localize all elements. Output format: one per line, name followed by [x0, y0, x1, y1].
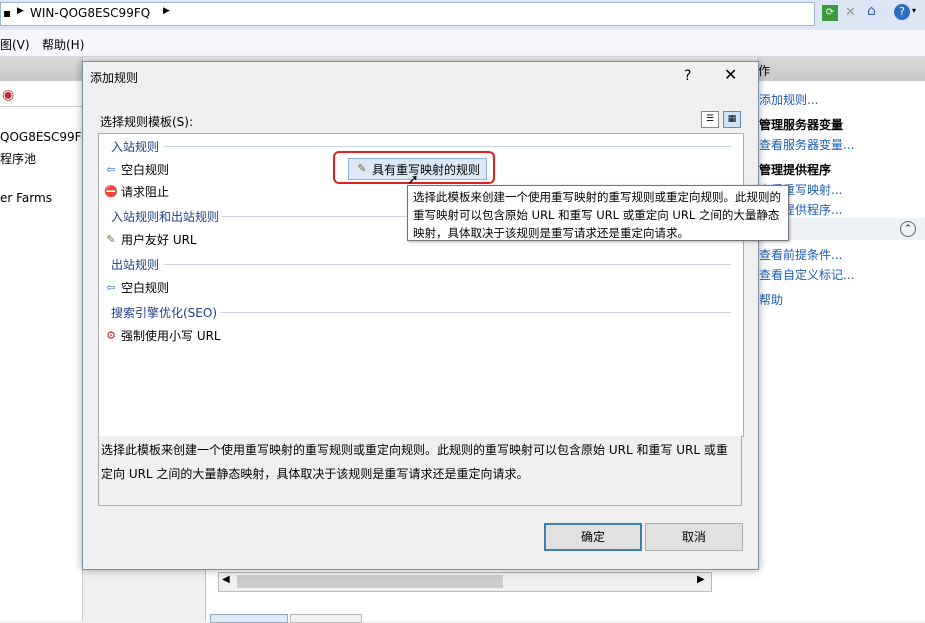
- tree-item-server-farms[interactable]: er Farms: [0, 191, 52, 205]
- chevron-right-icon[interactable]: ▶: [17, 6, 24, 16]
- group-divider: [164, 146, 731, 147]
- stop-icon[interactable]: ✕: [845, 5, 856, 20]
- group-divider: [164, 264, 731, 265]
- blank-rule-icon: ⇦: [106, 162, 116, 176]
- scroll-left-icon[interactable]: ◀: [222, 574, 230, 585]
- group-divider: [220, 312, 731, 313]
- list-item-label: 强制使用小写 URL: [121, 329, 221, 343]
- help-dropdown-icon[interactable]: ▾: [912, 6, 916, 15]
- connections-header: [0, 57, 82, 81]
- list-item-label: 空白规则: [121, 163, 170, 177]
- list-item-request-blocking[interactable]: ⛔ 请求阻止: [104, 183, 169, 200]
- menu-help[interactable]: 帮助(H): [42, 36, 84, 53]
- list-item-user-friendly-url[interactable]: ✎ 用户友好 URL: [104, 231, 197, 248]
- view-toggle: ☰ ▦: [697, 110, 741, 128]
- help-icon[interactable]: ?: [894, 4, 910, 20]
- manage-providers-heading: 管理提供程序: [759, 163, 832, 177]
- block-icon: ⛔: [104, 184, 118, 198]
- group-divider: [222, 216, 407, 217]
- list-item-label: 空白规则: [121, 281, 170, 295]
- divider: [0, 106, 82, 107]
- list-item-label: 用户友好 URL: [121, 233, 197, 247]
- refresh-icon[interactable]: ⟳: [822, 5, 838, 21]
- actions-header: [757, 57, 925, 81]
- home-icon[interactable]: ⌂: [867, 3, 876, 19]
- friendly-url-icon: ✎: [106, 232, 116, 246]
- group-outbound: 出站规则: [111, 258, 160, 272]
- close-icon[interactable]: ✕: [724, 65, 737, 84]
- actions-title: 作: [758, 64, 771, 78]
- view-preconditions-link[interactable]: 查看前提条件...: [759, 246, 842, 263]
- group-inbound-outbound: 入站规则和出站规则: [111, 210, 220, 224]
- group-inbound: 入站规则: [111, 140, 160, 154]
- list-item-label: 请求阻止: [121, 185, 170, 199]
- mouse-cursor-icon: ➚: [407, 172, 419, 188]
- scroll-right-icon[interactable]: ▶: [697, 574, 705, 585]
- features-view-tab[interactable]: [210, 614, 288, 623]
- seo-icon: ⚙: [106, 328, 116, 342]
- dialog-help-button[interactable]: ?: [684, 68, 691, 84]
- blank-rule-icon: ⇦: [106, 280, 116, 294]
- connect-icon[interactable]: ◉: [2, 87, 14, 103]
- menu-view[interactable]: 图(V): [0, 36, 30, 53]
- add-rule-link[interactable]: 添加规则...: [759, 91, 818, 108]
- cancel-button[interactable]: 取消: [645, 523, 743, 551]
- view-custom-tags-link[interactable]: 查看自定义标记...: [759, 266, 854, 283]
- ok-button[interactable]: 确定: [544, 523, 642, 551]
- details-view-icon[interactable]: ☰: [701, 111, 719, 128]
- chevron-right-icon[interactable]: ▶: [163, 6, 170, 16]
- list-item-lowercase-url[interactable]: ⚙ 强制使用小写 URL: [104, 327, 221, 344]
- collapse-icon[interactable]: ⌃: [900, 221, 916, 237]
- list-item-blank-outbound[interactable]: ⇦ 空白规则: [104, 279, 169, 296]
- scrollbar-thumb[interactable]: [237, 575, 503, 588]
- list-item-blank-inbound[interactable]: ⇦ 空白规则: [104, 161, 169, 178]
- address-path: WIN-QOG8ESC99FQ: [30, 6, 151, 20]
- tiles-view-icon[interactable]: ▦: [723, 111, 741, 128]
- content-view-tab[interactable]: [290, 614, 362, 623]
- group-seo: 搜索引擎优化(SEO): [111, 306, 218, 320]
- template-description: 选择此模板来创建一个使用重写映射的重写规则或重定向规则。此规则的重写映射可以包含…: [98, 436, 742, 506]
- menu-bar: [0, 30, 925, 57]
- dialog-title: 添加规则: [90, 71, 139, 85]
- help-link[interactable]: 帮助: [759, 291, 783, 308]
- view-server-vars-link[interactable]: 查看服务器变量...: [759, 136, 854, 153]
- tooltip: 选择此模板来创建一个使用重写映射的重写规则或重定向规则。此规则的重写映射可以包含…: [407, 185, 789, 241]
- template-label: 选择规则模板(S):: [100, 115, 194, 129]
- manage-server-vars-heading: 管理服务器变量: [759, 118, 844, 132]
- tree-item-app-pools[interactable]: 程序池: [0, 150, 36, 167]
- app-icon: ▪: [3, 6, 12, 20]
